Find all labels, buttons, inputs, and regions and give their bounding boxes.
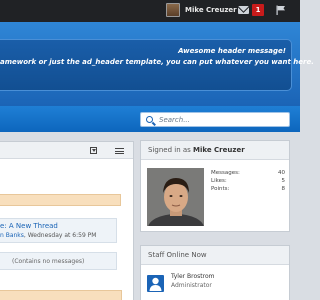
flag-icon[interactable] bbox=[276, 5, 286, 15]
category-bar[interactable] bbox=[0, 194, 121, 206]
mail-icon[interactable] bbox=[238, 6, 249, 14]
banner-title: Awesome header message! bbox=[178, 47, 286, 55]
latest-thread[interactable]: e: A New Thread n Banks, Wednesday at 6:… bbox=[0, 218, 117, 243]
staff-online-heading: Staff Online Now bbox=[141, 246, 289, 265]
staff-avatar[interactable] bbox=[147, 275, 164, 292]
thread-meta: n Banks, Wednesday at 6:59 PM bbox=[0, 232, 96, 239]
stat-messages: Messages: 40 bbox=[211, 170, 285, 176]
search-input[interactable] bbox=[159, 114, 284, 126]
stat-likes: Likes: 5 bbox=[211, 178, 285, 184]
stat-points: Points: 8 bbox=[211, 186, 285, 192]
user-icon bbox=[149, 277, 162, 291]
thread-date: , Wednesday at 6:59 PM bbox=[23, 232, 97, 239]
thread-title-link[interactable]: e: A New Thread bbox=[0, 222, 58, 230]
signed-in-heading: Signed in as Mike Creuzer bbox=[141, 141, 289, 160]
menu-icon[interactable] bbox=[115, 148, 124, 154]
signed-in-panel: Signed in as Mike Creuzer Messages: 40 Li… bbox=[140, 140, 290, 232]
staff-online-panel: Staff Online Now Tyler Brostrom Administ… bbox=[140, 245, 290, 300]
profile-photo-image bbox=[147, 168, 204, 226]
top-bar: Mike Creuzer 1 bbox=[0, 0, 300, 22]
empty-message-text: (Contains no messages) bbox=[12, 258, 85, 265]
panel-header bbox=[0, 142, 133, 159]
signed-in-username[interactable]: Mike Creuzer bbox=[193, 146, 245, 154]
staff-member-name[interactable]: Tyler Brostrom bbox=[171, 273, 214, 280]
signed-in-prefix: Signed in as bbox=[148, 146, 191, 154]
avatar bbox=[166, 3, 180, 17]
empty-forum-box: (Contains no messages) bbox=[0, 252, 117, 270]
category-bar-bottom[interactable] bbox=[0, 290, 122, 300]
username-label: Mike Creuzer bbox=[185, 6, 237, 14]
search-box[interactable] bbox=[140, 112, 290, 127]
banner-subtitle: amework or just the ad_header template, … bbox=[0, 58, 314, 66]
header-banner: Awesome header message! amework or just … bbox=[0, 22, 314, 106]
user-stats: Messages: 40 Likes: 5 Points: 8 bbox=[211, 169, 285, 193]
main-content-panel: e: A New Thread n Banks, Wednesday at 6:… bbox=[0, 141, 134, 300]
profile-photo[interactable] bbox=[147, 168, 204, 226]
collapse-icon[interactable] bbox=[90, 147, 97, 154]
user-menu-link[interactable]: Mike Creuzer bbox=[166, 3, 237, 17]
thread-author-link[interactable]: n Banks bbox=[0, 232, 24, 239]
search-icon[interactable] bbox=[146, 116, 153, 123]
notification-badge[interactable]: 1 bbox=[252, 4, 264, 16]
staff-member-role: Administrator bbox=[171, 282, 212, 289]
